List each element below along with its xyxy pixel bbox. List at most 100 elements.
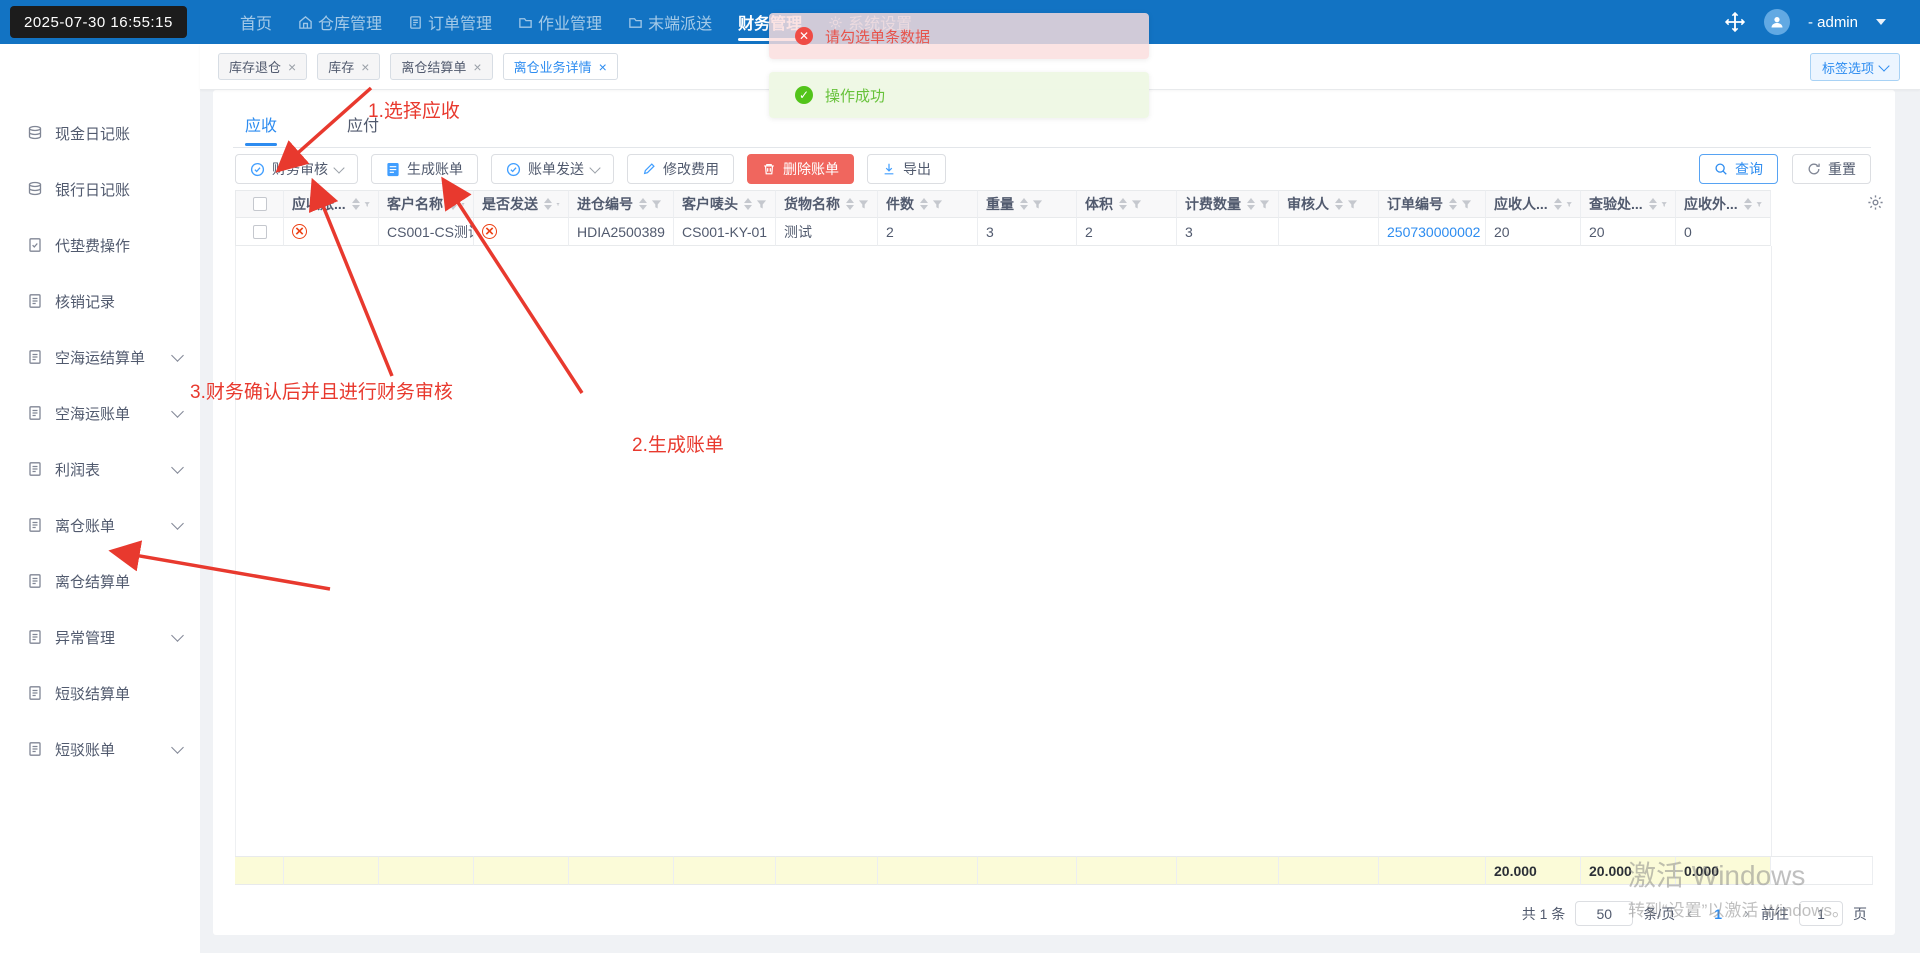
sort-icon[interactable] — [1020, 198, 1028, 210]
modify-fee-button[interactable]: 修改费用 — [627, 154, 734, 184]
sidebar-item-bank-journal[interactable]: 银行日记账 — [0, 161, 200, 217]
sort-icon[interactable] — [1449, 198, 1457, 210]
page-size-input[interactable] — [1575, 901, 1634, 926]
filter-funnel-icon[interactable] — [651, 199, 662, 210]
tag-options-button[interactable]: 标签选项 — [1809, 53, 1900, 81]
sidebar-item-cash-journal[interactable]: 现金日记账 — [0, 105, 200, 161]
table-settings-gear-icon[interactable] — [1867, 194, 1884, 211]
goto-page-input[interactable] — [1799, 901, 1843, 926]
tab-inventory[interactable]: 库存 × — [317, 53, 381, 80]
avatar[interactable] — [1763, 9, 1790, 35]
sort-icon[interactable] — [1335, 198, 1343, 210]
sort-icon[interactable] — [1743, 198, 1752, 210]
filter-funnel-icon[interactable] — [1756, 199, 1762, 210]
filter-funnel-icon[interactable] — [1461, 199, 1472, 210]
goto-label: 前往 — [1761, 905, 1789, 922]
filter-funnel-icon[interactable] — [461, 199, 465, 210]
filter-funnel-icon[interactable] — [858, 199, 869, 210]
filter-funnel-icon[interactable] — [1131, 199, 1142, 210]
sidebar-item-advance-fee[interactable]: 代垫费操作 — [0, 217, 200, 273]
sidebar-item-airsea-bill[interactable]: 空海运账单 — [0, 385, 200, 441]
sidebar-item-shortdrayage-settlement[interactable]: 短驳结算单 — [0, 665, 200, 721]
check-circle-icon — [506, 162, 521, 176]
document-icon — [29, 686, 41, 700]
close-icon[interactable]: × — [599, 60, 607, 74]
document-check-icon — [29, 238, 41, 252]
filter-funnel-icon[interactable] — [1661, 199, 1667, 210]
nav-operations[interactable]: 作业管理 — [518, 0, 602, 44]
nav-warehouse[interactable]: 仓库管理 — [298, 0, 382, 44]
tab-payable[interactable]: 应付 — [347, 112, 379, 146]
export-button[interactable]: 导出 — [867, 154, 946, 184]
nav-last-mile[interactable]: 末端派送 — [628, 0, 712, 44]
download-icon — [884, 163, 894, 175]
move-icon[interactable] — [1724, 11, 1746, 33]
sort-icon[interactable] — [1119, 198, 1127, 210]
close-icon[interactable]: × — [288, 60, 296, 74]
sort-icon[interactable] — [1553, 198, 1562, 210]
prev-page-arrow[interactable]: ‹ — [1685, 905, 1694, 922]
cell-volume: 2 — [1077, 218, 1177, 246]
sidebar-item-profit-statement[interactable]: 利润表 — [0, 441, 200, 497]
sort-icon[interactable] — [351, 198, 360, 210]
order-no-link[interactable]: 250730000002 — [1387, 224, 1480, 240]
order-list-icon — [410, 15, 421, 29]
sort-icon[interactable] — [846, 198, 854, 210]
sort-icon[interactable] — [639, 198, 647, 210]
sidebar: 现金日记账 银行日记账 代垫费操作 核销记录 空海运结算单 空海运账单 利润表 … — [0, 44, 200, 953]
filter-funnel-icon[interactable] — [1032, 199, 1043, 210]
pagination: 共 1 条 条/页 ‹ 1 › 前往 页 — [1522, 901, 1867, 926]
filter-funnel-icon[interactable] — [556, 199, 560, 210]
chevron-down-icon — [171, 516, 184, 530]
generate-bill-button[interactable]: 生成账单 — [371, 154, 478, 184]
row-checkbox[interactable] — [252, 224, 267, 239]
send-bill-button[interactable]: 账单发送 — [491, 154, 614, 184]
filter-funnel-icon[interactable] — [1347, 199, 1358, 210]
filter-funnel-icon[interactable] — [756, 199, 767, 210]
tab-receivable[interactable]: 应收 — [245, 112, 278, 146]
main-card: 应收 应付 财务审核 生成账单 账单发送 修改费用 删除账单 导出 查询 重置 … — [213, 90, 1895, 935]
sidebar-item-airsea-settlement[interactable]: 空海运结算单 — [0, 329, 200, 385]
document-icon — [29, 350, 41, 364]
reset-button[interactable]: 重置 — [1792, 154, 1871, 184]
table-row[interactable]: × CS001-CS测试 × HDIA2500389 CS001-KY-01 测… — [235, 218, 1873, 246]
chevron-down-icon — [171, 628, 184, 642]
nav-home[interactable]: 首页 — [240, 0, 272, 44]
chevron-down-icon[interactable] — [1876, 19, 1886, 25]
sidebar-item-outbound-settlement[interactable]: 离仓结算单 — [0, 553, 200, 609]
table-totals-row: 20.000 20.000 0.000 — [235, 856, 1873, 885]
filter-funnel-icon[interactable] — [932, 199, 943, 210]
close-icon[interactable]: × — [473, 60, 481, 74]
sidebar-item-writeoff-records[interactable]: 核销记录 — [0, 273, 200, 329]
sort-icon[interactable] — [1648, 198, 1657, 210]
current-page[interactable]: 1 — [1704, 906, 1732, 922]
sidebar-item-exception-management[interactable]: 异常管理 — [0, 609, 200, 665]
tab-outbound-business-detail[interactable]: 离仓业务详情 × — [502, 53, 618, 80]
filter-funnel-icon[interactable] — [364, 199, 370, 210]
next-page-arrow[interactable]: › — [1742, 905, 1751, 922]
sidebar-item-outbound-bill[interactable]: 离仓账单 — [0, 497, 200, 553]
chevron-down-icon — [171, 740, 184, 754]
filter-funnel-icon[interactable] — [1566, 199, 1572, 210]
check-circle-icon — [250, 162, 265, 176]
tab-inventory-return[interactable]: 库存退仓 × — [218, 53, 308, 80]
sort-icon[interactable] — [544, 198, 552, 210]
search-icon — [1715, 163, 1727, 175]
tab-outbound-settlement[interactable]: 离仓结算单 × — [390, 53, 493, 80]
delete-bill-button[interactable]: 删除账单 — [747, 154, 854, 184]
sort-icon[interactable] — [449, 198, 457, 210]
filter-funnel-icon[interactable] — [1259, 199, 1270, 210]
close-icon[interactable]: × — [361, 60, 369, 74]
search-button[interactable]: 查询 — [1699, 154, 1778, 184]
sort-icon[interactable] — [920, 198, 928, 210]
user-name[interactable]: - admin — [1808, 14, 1858, 31]
select-all-checkbox[interactable] — [252, 197, 267, 211]
sidebar-item-shortdrayage-bill[interactable]: 短驳账单 — [0, 721, 200, 777]
sort-icon[interactable] — [1247, 198, 1255, 210]
finance-audit-button[interactable]: 财务审核 — [235, 154, 358, 184]
nav-orders[interactable]: 订单管理 — [408, 0, 492, 44]
sort-icon[interactable] — [744, 198, 752, 210]
top-right-cluster: - admin — [1724, 0, 1886, 44]
table-empty-area — [235, 246, 1772, 856]
document-icon — [29, 630, 41, 644]
